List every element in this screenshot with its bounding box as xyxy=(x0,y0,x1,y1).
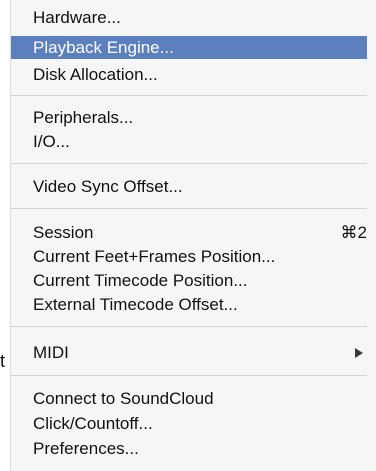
menu-item-io[interactable]: I/O... xyxy=(11,130,367,153)
menu-item-click-countoff[interactable]: Click/Countoff... xyxy=(11,412,367,435)
menu-item-video-sync-offset[interactable]: Video Sync Offset... xyxy=(11,175,367,198)
setup-menu: Hardware... Playback Engine... Disk Allo… xyxy=(10,0,376,471)
menu-item-hardware[interactable]: Hardware... xyxy=(11,6,367,29)
menu-item-label: Peripherals... xyxy=(33,108,134,127)
menu-item-label: I/O... xyxy=(33,132,70,151)
menu-item-label: Click/Countoff... xyxy=(33,414,153,433)
menu-separator xyxy=(11,326,367,327)
menu-item-preferences[interactable]: Preferences... xyxy=(11,437,367,460)
menu-separator xyxy=(11,163,367,164)
menu-item-midi[interactable]: MIDI xyxy=(11,341,367,364)
menu-item-connect-to-soundcloud[interactable]: Connect to SoundCloud xyxy=(11,387,367,410)
menu-item-label: Preferences... xyxy=(33,439,139,458)
menu-item-peripherals[interactable]: Peripherals... xyxy=(11,106,367,129)
chevron-right-icon xyxy=(355,348,363,358)
menu-item-label: Current Feet+Frames Position... xyxy=(33,247,276,266)
menu-separator xyxy=(11,95,367,96)
screen: t Hardware... Playback Engine... Disk Al… xyxy=(0,0,376,471)
menu-item-label: Hardware... xyxy=(33,8,121,27)
menu-separator xyxy=(11,208,367,209)
menu-item-session[interactable]: Session ⌘2 xyxy=(11,221,367,244)
keyboard-shortcut: ⌘2 xyxy=(340,223,367,242)
menu-item-label: Disk Allocation... xyxy=(33,65,158,84)
menu-item-label: Playback Engine... xyxy=(33,38,174,57)
background-window-text: t xyxy=(0,351,6,371)
menu-separator xyxy=(11,375,367,376)
menu-item-label: Current Timecode Position... xyxy=(33,271,248,290)
menu-item-disk-allocation[interactable]: Disk Allocation... xyxy=(11,63,367,86)
menu-item-label: Connect to SoundCloud xyxy=(33,389,214,408)
menu-item-current-feet-frames-position[interactable]: Current Feet+Frames Position... xyxy=(11,245,367,268)
menu-item-external-timecode-offset[interactable]: External Timecode Offset... xyxy=(11,293,367,316)
menu-item-label: Video Sync Offset... xyxy=(33,177,183,196)
menu-item-label: Session xyxy=(33,223,94,242)
menu-item-current-timecode-position[interactable]: Current Timecode Position... xyxy=(11,269,367,292)
menu-item-label: MIDI xyxy=(33,343,69,362)
menu-item-playback-engine[interactable]: Playback Engine... xyxy=(11,36,367,59)
menu-item-label: External Timecode Offset... xyxy=(33,295,238,314)
